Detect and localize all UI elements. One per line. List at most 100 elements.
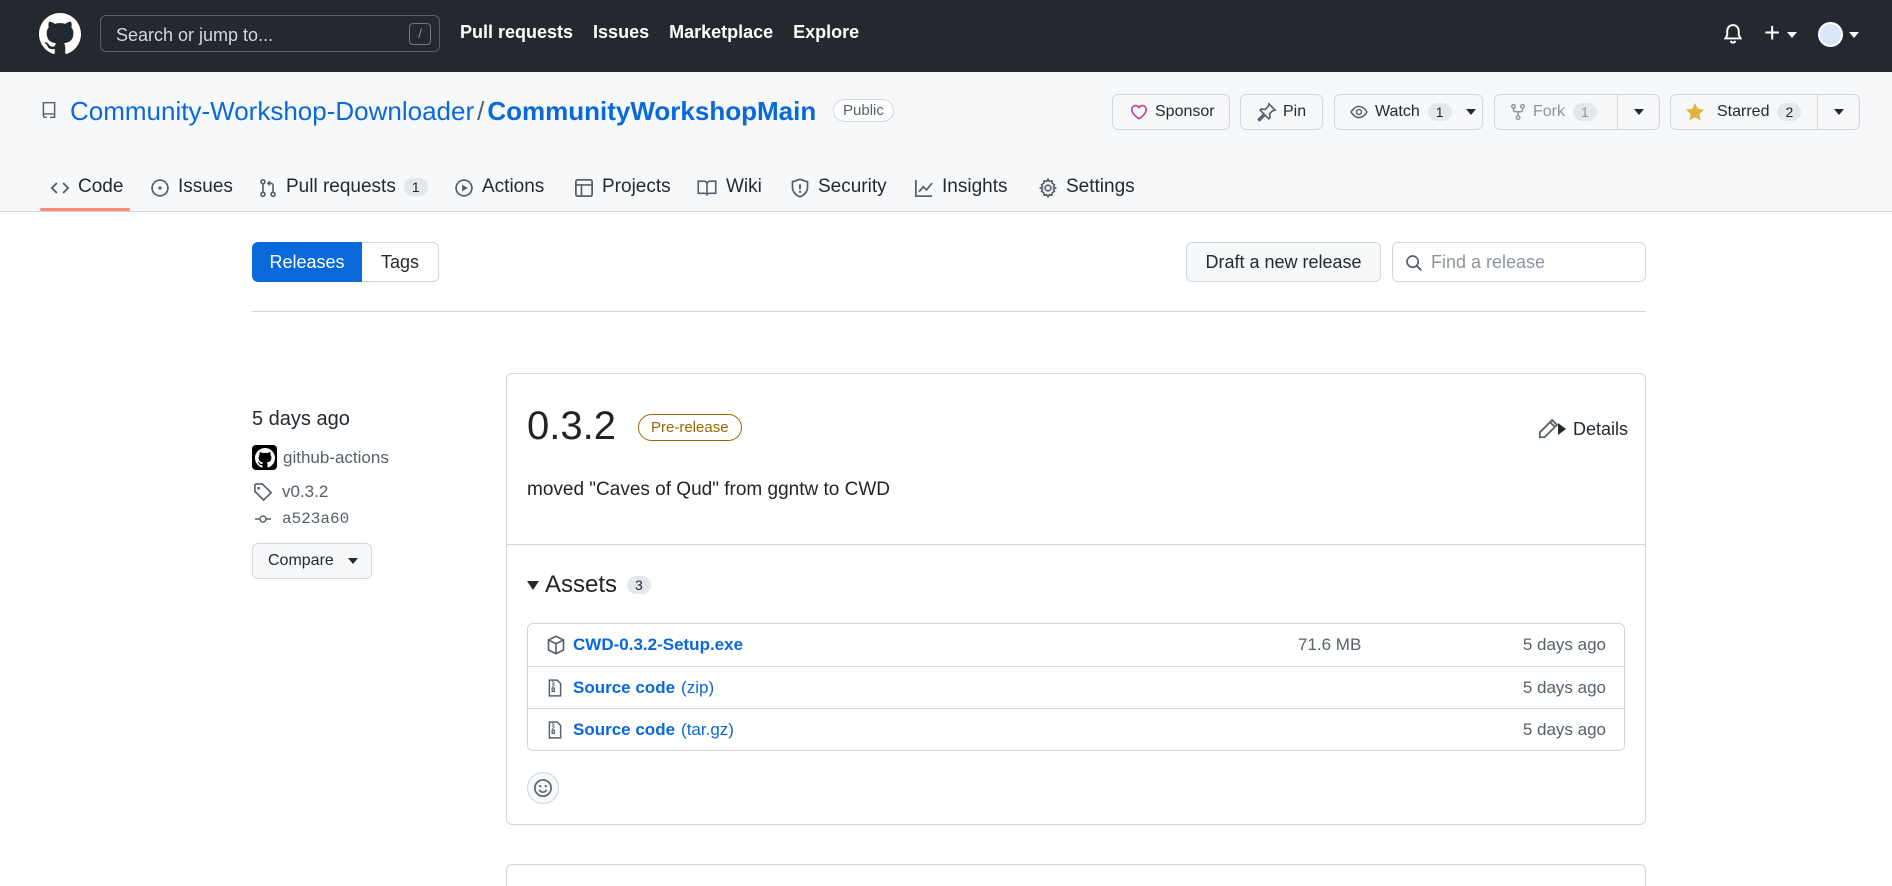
play-icon xyxy=(455,179,473,197)
book-icon xyxy=(697,180,717,196)
fork-dropdown-button[interactable] xyxy=(1617,94,1660,130)
compare-label: Compare xyxy=(268,552,334,569)
release-tag-name[interactable]: v0.3.2 xyxy=(282,482,328,502)
slash-shortcut-key: / xyxy=(409,23,431,45)
release-tag[interactable]: v0.3.2 xyxy=(252,482,328,502)
release-time-ago: 5 days ago xyxy=(252,408,350,430)
nav-explore[interactable]: Explore xyxy=(793,22,859,43)
fork-count: 1 xyxy=(1573,103,1597,121)
github-logo-icon[interactable] xyxy=(39,13,81,55)
active-tab-indicator xyxy=(40,208,130,211)
card-divider xyxy=(507,544,1645,545)
asset-link[interactable]: Source code (zip) xyxy=(573,678,714,698)
user-avatar[interactable] xyxy=(1818,22,1843,47)
asset-date: 5 days ago xyxy=(1522,635,1606,654)
fork-button[interactable]: Fork 1 xyxy=(1494,94,1618,130)
asset-date: 5 days ago xyxy=(1522,678,1606,697)
code-icon xyxy=(50,182,70,194)
collapse-triangle-icon xyxy=(527,580,539,590)
next-release-card xyxy=(506,864,1646,886)
bell-icon[interactable] xyxy=(1722,22,1744,46)
tab-issues[interactable]: Issues xyxy=(150,168,233,212)
repo-owner-link[interactable]: Community-Workshop-Downloader xyxy=(70,96,474,126)
details-button[interactable]: Details xyxy=(1537,418,1628,440)
nav-pull-requests[interactable]: Pull requests xyxy=(460,22,573,43)
repo-title: Community-Workshop-Downloader / CommunityW… xyxy=(70,96,816,127)
global-search-input[interactable]: Search or jump to... / xyxy=(100,15,440,52)
starred-label: Starred xyxy=(1717,103,1770,120)
assets-label: Assets xyxy=(545,571,618,598)
asset-name: Source code xyxy=(573,720,676,739)
pin-label: Pin xyxy=(1283,103,1307,120)
github-actions-logo-icon xyxy=(254,447,275,468)
add-reaction-button[interactable] xyxy=(527,772,559,804)
repo-icon xyxy=(42,101,56,119)
tab-code-label: Code xyxy=(78,176,124,197)
release-commit[interactable]: a523a60 xyxy=(252,510,349,528)
eye-icon xyxy=(1350,105,1368,119)
create-new-plus-icon[interactable]: + xyxy=(1764,19,1780,47)
nav-issues[interactable]: Issues xyxy=(593,22,649,43)
pin-icon xyxy=(1257,102,1277,122)
tab-security-label: Security xyxy=(818,176,887,197)
release-commit-sha[interactable]: a523a60 xyxy=(282,510,349,528)
tab-code[interactable]: Code xyxy=(50,168,123,212)
asset-date: 5 days ago xyxy=(1522,720,1606,739)
assets-header-toggle[interactable]: Assets 3 xyxy=(527,571,651,599)
search-placeholder: Search or jump to... xyxy=(116,25,274,45)
tab-insights-label: Insights xyxy=(942,176,1008,197)
tab-pull-requests-label: Pull requests xyxy=(286,176,396,197)
nav-marketplace[interactable]: Marketplace xyxy=(669,22,773,43)
sponsor-label: Sponsor xyxy=(1155,103,1215,120)
repo-name-link[interactable]: CommunityWorkshopMain xyxy=(487,96,816,126)
asset-link[interactable]: CWD-0.3.2-Setup.exe xyxy=(573,635,743,655)
asset-row: Source code (zip) 5 days ago xyxy=(528,666,1624,708)
draft-new-release-button[interactable]: Draft a new release xyxy=(1186,242,1381,282)
create-new-caret-icon[interactable] xyxy=(1787,32,1797,38)
assets-count: 3 xyxy=(627,576,651,594)
global-nav: Pull requests Issues Marketplace Explore xyxy=(460,22,859,43)
fork-label: Fork xyxy=(1533,103,1565,120)
divider xyxy=(252,311,1646,312)
find-release-field[interactable] xyxy=(1392,242,1646,282)
asset-link[interactable]: Source code (tar.gz) xyxy=(573,720,734,740)
star-filled-icon xyxy=(1686,103,1704,121)
star-caret-icon xyxy=(1833,109,1844,115)
tab-insights[interactable]: Insights xyxy=(914,168,1007,212)
compare-caret-icon xyxy=(347,558,358,564)
release-title[interactable]: 0.3.2 xyxy=(527,404,616,449)
star-dropdown-button[interactable] xyxy=(1817,94,1860,130)
sponsor-button[interactable]: Sponsor xyxy=(1112,94,1230,130)
tab-projects-label: Projects xyxy=(602,176,671,197)
fork-icon xyxy=(1510,103,1526,121)
tab-wiki[interactable]: Wiki xyxy=(696,168,762,212)
asset-name: Source code xyxy=(573,678,676,697)
tab-pull-requests[interactable]: Pull requests 1 xyxy=(258,168,428,212)
user-menu-caret-icon[interactable] xyxy=(1849,32,1859,38)
asset-row: CWD-0.3.2-Setup.exe 71.6 MB 5 days ago xyxy=(528,624,1624,666)
tags-tab-button[interactable]: Tags xyxy=(362,242,439,282)
find-release-input[interactable] xyxy=(1431,252,1631,273)
tab-projects[interactable]: Projects xyxy=(574,168,671,212)
tab-wiki-label: Wiki xyxy=(726,176,762,197)
details-label: Details xyxy=(1573,418,1629,439)
visibility-badge: Public xyxy=(833,99,894,122)
pin-button[interactable]: Pin xyxy=(1240,94,1323,130)
tab-security[interactable]: Security xyxy=(790,168,887,212)
tab-actions[interactable]: Actions xyxy=(454,168,544,212)
search-icon xyxy=(1406,255,1422,271)
tab-settings[interactable]: Settings xyxy=(1038,168,1135,212)
pull-requests-count: 1 xyxy=(403,178,428,196)
starred-button[interactable]: Starred 2 xyxy=(1670,94,1818,130)
shield-icon xyxy=(791,178,809,198)
compare-button[interactable]: Compare xyxy=(252,543,372,579)
triangle-right-icon xyxy=(1558,423,1566,435)
watch-button[interactable]: Watch 1 xyxy=(1334,94,1483,130)
gear-icon xyxy=(1038,178,1058,198)
release-author[interactable]: github-actions xyxy=(252,445,389,470)
github-actions-avatar xyxy=(252,445,277,470)
releases-tab-button[interactable]: Releases xyxy=(252,242,362,282)
repo-header: Community-Workshop-Downloader / CommunityW… xyxy=(0,72,1892,212)
watch-count: 1 xyxy=(1427,103,1452,121)
release-author-name[interactable]: github-actions xyxy=(283,448,389,468)
